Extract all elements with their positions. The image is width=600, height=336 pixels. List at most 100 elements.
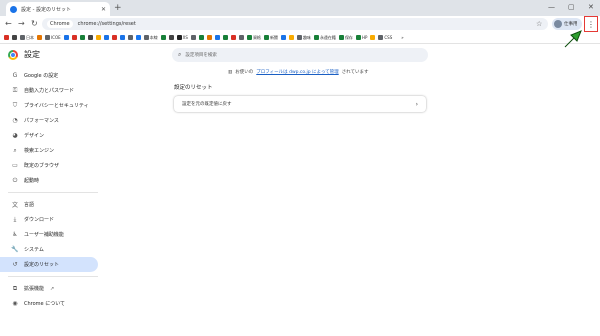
bookmark-favicon-icon: [20, 35, 25, 40]
settings-search-input[interactable]: ⌕ 設定項目を検索: [172, 48, 428, 62]
bookmark-item[interactable]: [135, 35, 141, 40]
minimize-button[interactable]: —: [548, 1, 555, 13]
bookmark-item[interactable]: ICOE: [45, 35, 61, 40]
bookmark-item[interactable]: [190, 35, 196, 40]
bookmark-favicon-icon: [95, 35, 101, 40]
forward-button[interactable]: →: [18, 16, 25, 32]
bookmark-item[interactable]: 資格: [246, 34, 261, 41]
restore-button[interactable]: ▢: [568, 1, 575, 13]
bookmark-item[interactable]: [4, 35, 9, 40]
sidebar-item-icon: 文: [11, 202, 18, 209]
search-placeholder: 設定項目を検索: [185, 53, 217, 58]
bookmark-item[interactable]: [119, 35, 125, 40]
bookmark-label: 日本: [26, 34, 34, 40]
sidebar-item-icon: ♿: [12, 231, 18, 238]
bookmark-item[interactable]: [168, 35, 174, 40]
close-window-button[interactable]: ✕: [588, 1, 594, 13]
sidebar-item[interactable]: ⏻ 起動時: [0, 173, 100, 188]
settings-favicon-icon: [10, 5, 17, 13]
sidebar-item[interactable]: ♿ ユーザー補助機能: [0, 227, 100, 242]
sidebar-item[interactable]: 文言語: [0, 197, 100, 212]
sidebar-item-label: 検索エンジン: [24, 148, 55, 154]
bookmark-item[interactable]: [214, 35, 220, 40]
bookmark-item[interactable]: [111, 35, 117, 40]
bookmark-item[interactable]: HP: [355, 35, 367, 40]
bookmark-item[interactable]: 趣味: [296, 35, 311, 41]
chrome-menu-button[interactable]: ⋮: [584, 16, 598, 32]
address-bar[interactable]: Chrome chrome://settings/reset: [42, 18, 548, 30]
bookmark-item[interactable]: 本線: [143, 35, 158, 41]
bookmark-item[interactable]: [79, 35, 85, 40]
bookmark-label: 保存: [344, 34, 353, 40]
bookmark-item[interactable]: [12, 35, 17, 40]
bookmark-favicon-icon: [206, 35, 212, 40]
avatar: [554, 20, 562, 28]
bookmark-item[interactable]: XS: [176, 35, 188, 40]
sidebar-item[interactable]: 🔧 システム: [0, 242, 100, 257]
bookmark-item[interactable]: [87, 35, 93, 40]
sidebar-item-label: 自動入力とパスワード: [24, 88, 75, 94]
bookmark-item[interactable]: [288, 35, 294, 40]
bookmark-item[interactable]: 新聞: [263, 35, 278, 41]
sidebar-item-icon: ◔: [12, 117, 18, 124]
sidebar-divider: [8, 276, 98, 277]
sidebar-item-icon: ⏻: [12, 176, 18, 184]
sidebar-item-icon: 🔧: [11, 246, 19, 253]
sidebar-item-label: 拡張機能: [24, 286, 45, 292]
reload-button[interactable]: ↻: [31, 16, 38, 32]
sidebar-item-icon: ▭: [12, 162, 18, 169]
sidebar-item[interactable]: ⚿ 自動入力とパスワード: [0, 83, 100, 98]
bookmark-item[interactable]: [280, 35, 286, 40]
reset-settings-row[interactable]: 設定を元の既定値に戻す ›: [174, 96, 426, 112]
bookmark-favicon-icon: [37, 35, 42, 40]
bookmark-favicon-icon: [370, 35, 376, 40]
bookmark-item[interactable]: [206, 35, 212, 40]
sidebar-item-icon: ◉: [12, 300, 18, 307]
external-link-icon: ↗: [50, 285, 55, 292]
sidebar-item[interactable]: ⧉ 拡張機能 ↗: [0, 281, 100, 296]
sidebar-item[interactable]: ◔ パフォーマンス: [0, 113, 100, 128]
bookmark-item[interactable]: »: [395, 35, 404, 40]
new-tab-button[interactable]: +: [114, 2, 122, 14]
tab-settings[interactable]: 設定 - 設定のリセット ✕: [6, 2, 110, 16]
sidebar-item[interactable]: ◕ デザイン: [0, 128, 100, 143]
bookmark-star-icon[interactable]: ☆: [536, 16, 542, 32]
sidebar-item-icon: ⤓: [13, 215, 17, 223]
bookmark-label: 資格: [252, 34, 261, 40]
bookmark-item[interactable]: [222, 35, 228, 40]
bookmark-item[interactable]: [95, 35, 101, 40]
bookmark-item[interactable]: [198, 35, 204, 40]
bookmark-item[interactable]: [160, 35, 166, 40]
bookmark-item[interactable]: [63, 35, 69, 40]
sidebar-item-icon: ⚿: [12, 86, 18, 94]
bookmark-item[interactable]: CSS: [378, 35, 392, 40]
back-button[interactable]: ←: [5, 16, 12, 32]
bookmark-item[interactable]: [230, 35, 236, 40]
bookmark-item[interactable]: [127, 35, 133, 40]
bookmark-item[interactable]: [238, 35, 244, 40]
bookmark-item[interactable]: [71, 35, 77, 40]
bookmark-item[interactable]: [37, 35, 42, 40]
sidebar-item[interactable]: ↺ 設定のリセット: [0, 257, 98, 272]
bookmark-item[interactable]: 永遠在籍: [313, 35, 336, 41]
bookmark-favicon-icon: [190, 35, 196, 40]
url-text[interactable]: chrome://settings/reset: [78, 21, 136, 27]
sidebar-item[interactable]: ◉ Chrome について: [0, 296, 100, 311]
bookmark-favicon-icon: [111, 35, 117, 40]
sidebar-item-label: システム: [24, 247, 44, 253]
sidebar-item[interactable]: ⛉ プライバシーとセキュリティ: [0, 98, 100, 113]
tab-close-icon[interactable]: ✕: [101, 6, 106, 13]
sidebar-item[interactable]: ⌕ 検索エンジン: [0, 143, 100, 158]
managed-link[interactable]: プロフィールは dwp.co.jp によって管理: [256, 69, 338, 75]
bookmark-item[interactable]: 日本: [20, 35, 34, 41]
site-chip[interactable]: Chrome: [47, 20, 73, 28]
chrome-logo-icon: [8, 50, 18, 60]
bookmark-item[interactable]: 保存: [338, 34, 353, 41]
sidebar-item[interactable]: G Google の設定: [0, 68, 100, 83]
sidebar-item-label: 起動時: [24, 178, 40, 184]
sidebar-item[interactable]: ⤓ ダウンロード: [0, 212, 100, 227]
managed-prefix: お使いの: [235, 70, 254, 75]
bookmark-item[interactable]: [370, 35, 376, 40]
sidebar-item[interactable]: ▭ 既定のブラウザ: [0, 158, 100, 173]
bookmark-item[interactable]: [103, 35, 109, 40]
